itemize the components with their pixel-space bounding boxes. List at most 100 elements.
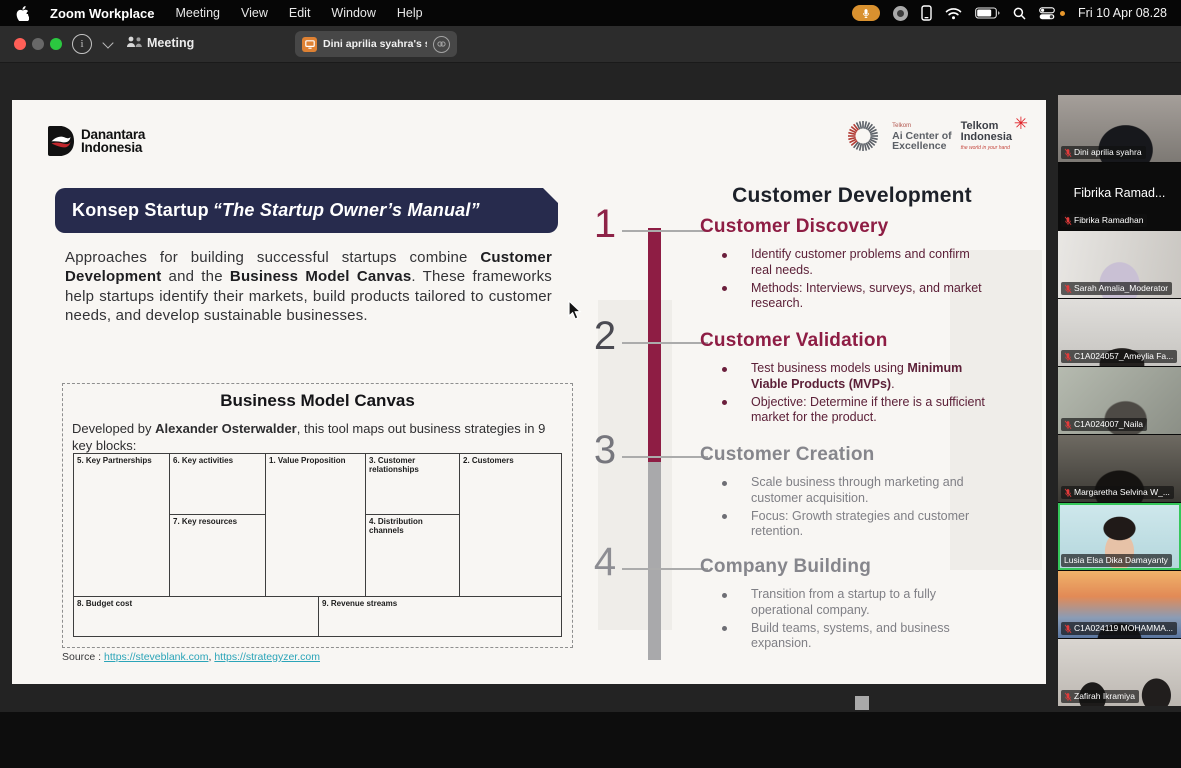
cd-bullet: Build teams, systems, and business expan… [700,621,994,653]
bmc-cell-relationships: 3. Customer relationships [365,453,460,515]
customer-development-heading: Customer Development [702,184,1002,208]
zoom-window: i Meeting Dini aprilia syahra's screen [0,26,1181,712]
slide-title-banner: Konsep Startup “The Startup Owner’s Manu… [55,188,558,233]
source-label: Source : [62,651,101,663]
cd-bullet: Transition from a startup to a fully ope… [700,587,994,619]
timeline-number: 4 [588,542,622,582]
slide-title: Konsep Startup [72,200,209,221]
fullscreen-button[interactable] [50,38,62,50]
menu-item-view[interactable]: View [241,6,268,20]
menu-bar-clock[interactable]: Fri 10 Apr 08.28 [1078,6,1167,20]
participant-name: Lusia Elsa Dika Damayanty [1064,555,1168,566]
timeline-tick [622,456,708,458]
chevron-down-icon[interactable] [102,37,113,48]
menu-app-name[interactable]: Zoom Workplace [50,6,155,21]
source-line: Source : https://steveblank.com, https:/… [62,651,320,663]
cd-section-title: Customer Discovery [700,216,994,238]
ai-center-line2: Excellence [892,141,952,151]
participant-tile[interactable]: Fibrika Ramad... Fibrika Ramadhan [1058,163,1181,230]
muted-mic-icon [1064,488,1072,498]
participant-tile[interactable]: Margaretha Selvina W_... [1058,435,1181,502]
bmc-cell-budget: 8. Budget cost [73,596,319,637]
bmc-cell-activities: 6. Key activities [169,453,266,515]
participant-tile[interactable]: Dini aprilia syahra [1058,95,1181,162]
participant-name: Margaretha Selvina W_... [1074,487,1170,498]
notification-dot [1060,11,1065,16]
tab-link-icon[interactable] [433,36,450,53]
participant-name: Sarah Amalia_Moderator [1074,283,1168,294]
status-circle-icon[interactable] [893,6,908,21]
menu-item-window[interactable]: Window [331,6,375,20]
spotlight-search-icon[interactable] [1013,7,1026,20]
menu-item-meeting[interactable]: Meeting [176,6,220,20]
timeline-number: 3 [588,430,622,470]
close-button[interactable] [14,38,26,50]
ai-center-logo-icon [843,116,883,156]
participant-label: Dini aprilia syahra [1061,146,1146,159]
participant-tile[interactable]: C1A024119 MOHAMMA... [1058,571,1181,638]
timeline-number: 1 [588,204,622,244]
cd-bullet: Objective: Determine if there is a suffi… [700,395,994,427]
participant-label: Margaretha Selvina W_... [1061,486,1174,499]
menu-item-edit[interactable]: Edit [289,6,311,20]
timeline-bar-maroon [648,228,661,462]
telkom-indonesia-logo: ✳ Telkom Indonesia the world in your han… [961,121,1014,151]
participant-label: Fibrika Ramadhan [1061,214,1147,227]
timeline-tick [622,568,708,570]
cd-bullet: Test business models using Minimum Viabl… [700,361,994,393]
mic-indicator-icon[interactable] [852,5,880,21]
participant-label: C1A024057_Ameylia Fa... [1061,350,1177,363]
minimize-button[interactable] [32,38,44,50]
muted-mic-icon [1064,352,1072,362]
logo-line2: Indonesia [81,141,145,154]
telkom-star-icon: ✳ [1014,114,1028,134]
participant-label: Zafirah Ikramiya [1061,690,1139,703]
menu-item-help[interactable]: Help [397,6,423,20]
participant-name: C1A024119 MOHAMMA... [1074,623,1173,634]
screen-share-tab[interactable]: Dini aprilia syahra's screen [295,31,457,57]
page-gap [855,696,869,710]
participant-label: Lusia Elsa Dika Damayanty [1061,554,1172,567]
apple-logo-icon[interactable] [16,6,29,21]
participant-tile[interactable]: Sarah Amalia_Moderator [1058,231,1181,298]
window-titlebar[interactable]: i Meeting Dini aprilia syahra's screen [0,26,1181,63]
meeting-label: Meeting [147,36,194,50]
bmc-cell-value: 1. Value Proposition [265,453,366,597]
cd-bullet: Scale business through marketing and cus… [700,475,994,507]
menu-bar-right: Fri 10 Apr 08.28 [852,5,1181,21]
cd-section-4: Company Building Transition from a start… [700,556,994,654]
danantara-logo: Danantara Indonesia [48,126,145,156]
shared-screen-icon [302,37,317,52]
participant-name: Fibrika Ramadhan [1074,215,1143,226]
participant-tile[interactable]: C1A024007_Naila [1058,367,1181,434]
wifi-icon[interactable] [945,7,962,20]
cd-section-title: Company Building [700,556,994,578]
bmc-description: Developed by Alexander Osterwalder, this… [72,421,564,454]
control-center-icon[interactable] [1039,7,1055,20]
participant-label: C1A024119 MOHAMMA... [1061,622,1177,635]
participant-center-name: Fibrika Ramad... [1058,186,1181,200]
telkom-tagline: the world in your hand [961,145,1012,151]
menu-bar-left: Zoom Workplace Meeting View Edit Window Help [0,6,423,21]
participant-name: C1A024007_Naila [1074,419,1143,430]
battery-icon[interactable] [975,7,1000,19]
zoom-meeting-screen: Zoom Workplace Meeting View Edit Window Help [0,0,1181,768]
bmc-cell-partnerships: 5. Key Partnerships [73,453,170,597]
participant-tile[interactable]: Lusia Elsa Dika Damayanty [1058,503,1181,570]
danantara-mark-icon [48,126,74,156]
cd-section-3: Customer Creation Scale business through… [700,444,994,542]
cd-bullet: Methods: Interviews, surveys, and market… [700,281,994,313]
participant-label: Sarah Amalia_Moderator [1061,282,1172,295]
cd-section-1: Customer Discovery Identify customer pro… [700,216,994,314]
share-tab-title: Dini aprilia syahra's screen [323,38,427,50]
muted-mic-icon [1064,624,1072,634]
participant-tile[interactable]: Zafirah Ikramiya [1058,639,1181,706]
iphone-mirroring-icon[interactable] [921,5,932,21]
participant-tile[interactable]: C1A024057_Ameylia Fa... [1058,299,1181,366]
cd-section-title: Customer Creation [700,444,994,466]
cd-section-2: Customer Validation Test business models… [700,330,994,428]
source-link-2: https://strategyzer.com [214,651,320,663]
participant-label: C1A024007_Naila [1061,418,1147,431]
participants-sidebar[interactable]: Dini aprilia syahra Fibrika Ramad... Fib… [1058,95,1181,706]
info-icon[interactable]: i [72,34,92,54]
